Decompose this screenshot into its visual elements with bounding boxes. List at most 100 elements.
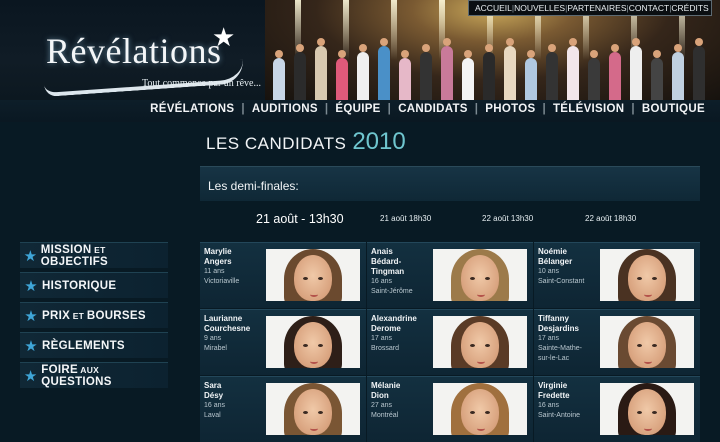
sidebar-item-0[interactable]: ★ MISSION ET OBJECTIFS [20, 242, 168, 268]
candidate-card[interactable]: Alexandrine Derome 17 ans Brossard [367, 309, 533, 375]
candidate-card[interactable]: Noémie Bélanger 10 ans Saint-Constant [534, 242, 700, 308]
face-feature [318, 411, 323, 414]
performer-figure [651, 50, 663, 100]
candidate-city: Saint-Antoine [538, 412, 581, 419]
sidebar-item-3[interactable]: ★ RÈGLEMENTS [20, 332, 168, 358]
face-feature [644, 426, 652, 431]
site-logo[interactable]: Révélations ★ Tout commence par un rêve.… [30, 18, 261, 98]
candidate-city: Victoriaville [204, 278, 240, 285]
sidebar-item-label: MISSION ET OBJECTIFS [40, 243, 109, 268]
candidate-card[interactable]: Anais Bédard- Tingman 16 ans Saint-Jérôme [367, 242, 533, 308]
nav-item-2[interactable]: ÉQUIPE [328, 103, 387, 115]
face-feature [310, 359, 318, 364]
nav-item-3[interactable]: CANDIDATS [391, 103, 475, 115]
face-feature [485, 277, 490, 280]
section-header: Les demi-finales: [200, 166, 700, 201]
face-feature [644, 359, 652, 364]
candidate-name: Mélanie Dion 27 ans Montréal [371, 381, 429, 421]
candidate-name: Tiffanny Desjardins 17 ans Sainte-Mathe-sur… [538, 314, 596, 364]
candidate-card[interactable]: Sara Désy 16 ans Laval [200, 376, 366, 442]
performer-figure [315, 38, 327, 100]
candidate-name: Virginie Fredette 16 ans Saint-Antoine [538, 381, 596, 421]
candidate-card[interactable]: Marylie Angers 11 ans Victoriaville [200, 242, 366, 308]
sidebar-item-1[interactable]: ★ HISTORIQUE [20, 272, 168, 298]
face-shape [628, 389, 666, 435]
candidate-city: Saint-Jérôme [371, 288, 413, 295]
sidebar-item-2[interactable]: ★ PRIX ET BOURSES [20, 302, 168, 328]
candidate-photo[interactable] [600, 249, 694, 301]
date-tab-3[interactable]: 22 août 18h30 [585, 214, 636, 223]
site-header: Révélations ★ Tout commence par un rêve.… [0, 0, 720, 100]
candidate-age: 16 ans [538, 402, 560, 409]
nav-item-6[interactable]: BOUTIQUE [635, 103, 712, 115]
performer-figure [483, 44, 495, 100]
star-icon: ★ [23, 367, 38, 385]
candidate-name: Marylie Angers 11 ans Victoriaville [204, 247, 262, 287]
candidate-card[interactable]: Mélanie Dion 27 ans Montréal [367, 376, 533, 442]
nav-item-0[interactable]: RÉVÉLATIONS [143, 103, 241, 115]
nav-item-1[interactable]: AUDITIONS [245, 103, 325, 115]
performer-figure [462, 50, 474, 100]
candidate-photo[interactable] [266, 316, 360, 368]
section-title: Les demi-finales: [208, 179, 299, 193]
candidate-card[interactable]: Laurianne Courchesne 9 ans Mirabel [200, 309, 366, 375]
candidate-photo[interactable] [433, 383, 527, 435]
candidate-photo[interactable] [433, 316, 527, 368]
face-feature [637, 277, 642, 280]
face-shape [461, 255, 499, 301]
candidate-photo[interactable] [266, 249, 360, 301]
candidate-photo[interactable] [433, 249, 527, 301]
candidate-city: Mirabel [204, 345, 227, 352]
nav-item-4[interactable]: PHOTOS [478, 103, 542, 115]
sidebar-item-4[interactable]: ★ FOIRE AUX QUESTIONS [20, 362, 168, 388]
sidebar-item-label: HISTORIQUE [42, 279, 117, 292]
date-tab-0[interactable]: 21 août - 13h30 [256, 212, 344, 226]
face-feature [652, 344, 657, 347]
sidebar-item-label: RÈGLEMENTS [42, 339, 125, 352]
candidate-name: Sara Désy 16 ans Laval [204, 381, 262, 421]
face-feature [652, 277, 657, 280]
candidate-name: Noémie Bélanger 10 ans Saint-Constant [538, 247, 596, 287]
candidate-age: 16 ans [204, 402, 226, 409]
performer-figure [378, 38, 390, 100]
performer-figure [294, 44, 306, 100]
face-feature [477, 292, 485, 297]
face-feature [470, 344, 475, 347]
utility-link-1[interactable]: NOUVELLES [514, 3, 565, 13]
tagline: Tout commence par un rêve... [142, 78, 261, 89]
face-feature [485, 344, 490, 347]
star-icon: ★ [24, 337, 38, 355]
candidate-photo[interactable] [600, 316, 694, 368]
nav-item-5[interactable]: TÉLÉVISION [546, 103, 631, 115]
utility-link-0[interactable]: ACCUEIL [475, 3, 512, 13]
face-feature [652, 411, 657, 414]
candidate-card[interactable]: Virginie Fredette 16 ans Saint-Antoine [534, 376, 700, 442]
candidate-photo[interactable] [266, 383, 360, 435]
utility-link-3[interactable]: CONTACT [629, 3, 669, 13]
candidate-city: Sainte-Mathe- [538, 345, 582, 352]
face-shape [294, 389, 332, 435]
candidate-card[interactable]: Tiffanny Desjardins 17 ans Sainte-Mathe-sur… [534, 309, 700, 375]
spotlight-beam [391, 0, 397, 60]
date-tab-2[interactable]: 22 août 13h30 [482, 214, 533, 223]
face-feature [637, 411, 642, 414]
utility-link-4[interactable]: CRÉDITS [671, 3, 708, 13]
main-nav: RÉVÉLATIONS | AUDITIONS | ÉQUIPE | CANDIDATS | P… [0, 100, 720, 122]
sidebar-item-label: FOIRE AUX QUESTIONS [41, 363, 112, 388]
face-shape [294, 322, 332, 368]
face-feature [318, 277, 323, 280]
candidate-photo[interactable] [600, 383, 694, 435]
face-feature [470, 411, 475, 414]
face-feature [644, 292, 652, 297]
utility-link-2[interactable]: PARTENAIRES [567, 3, 626, 13]
face-feature [470, 277, 475, 280]
candidate-age: 10 ans [538, 268, 560, 275]
candidate-age: 16 ans [371, 278, 393, 285]
face-feature [485, 411, 490, 414]
date-tab-1[interactable]: 21 août 18h30 [380, 214, 431, 223]
candidate-city: Montréal [371, 412, 399, 419]
performer-figure [504, 38, 516, 100]
performer-figure [336, 50, 348, 100]
face-feature [303, 344, 308, 347]
performer-figure [357, 44, 369, 100]
